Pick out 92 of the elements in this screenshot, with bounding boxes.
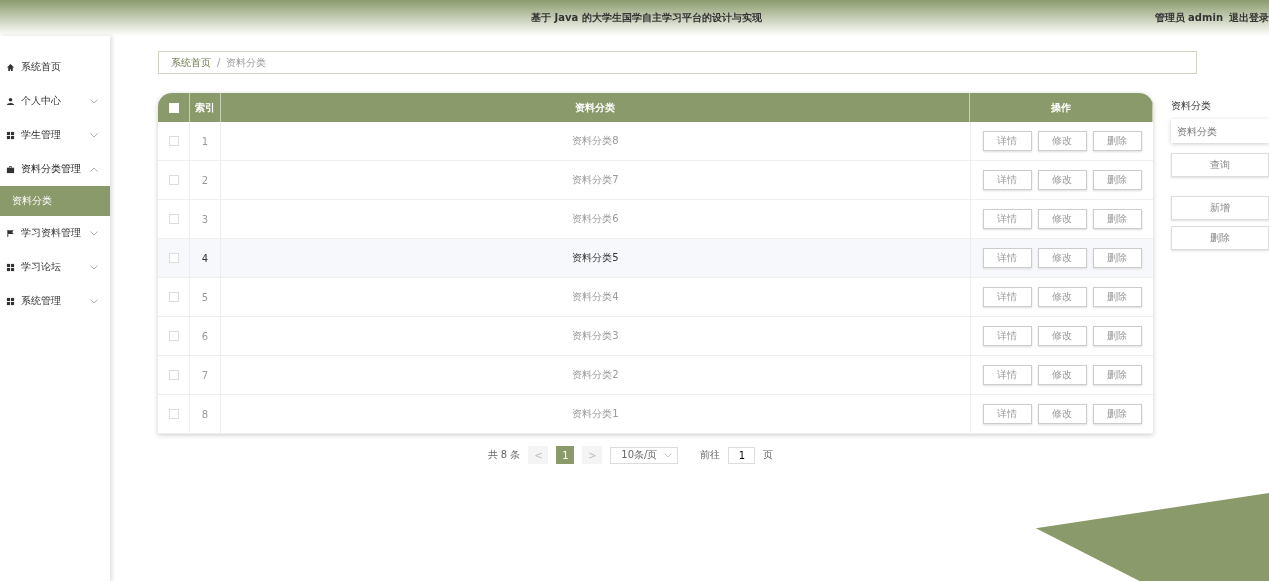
row-checkbox[interactable] <box>168 292 179 302</box>
row-action-button[interactable]: 修改 <box>1037 131 1087 151</box>
row-checkbox[interactable] <box>168 214 179 224</box>
row-action-button[interactable]: 删除 <box>1092 326 1142 346</box>
logout-link[interactable]: 退出登录 <box>1229 11 1269 25</box>
table-row[interactable]: 7 资料分类2 详情 修改 删除 <box>158 356 1153 395</box>
table-row[interactable]: 3 资料分类6 详情 修改 删除 <box>158 200 1153 239</box>
row-action-button[interactable]: 删除 <box>1092 287 1142 307</box>
row-checkbox[interactable] <box>168 331 179 341</box>
breadcrumb-separator: / <box>217 57 221 68</box>
row-action-button[interactable]: 详情 <box>982 287 1032 307</box>
row-action-button[interactable]: 详情 <box>982 404 1032 424</box>
row-checkbox[interactable] <box>168 370 179 380</box>
table-cell: 资料分类5 <box>572 251 619 265</box>
table-cell: 8 <box>201 408 209 420</box>
table-row[interactable]: 8 资料分类1 详情 修改 删除 <box>158 395 1153 434</box>
table-cell: 资料分类6 <box>572 212 619 226</box>
prev-page-button[interactable]: < <box>528 446 549 464</box>
row-action-button[interactable]: 详情 <box>982 209 1032 229</box>
user-icon <box>6 96 15 106</box>
row-action-button[interactable]: 修改 <box>1037 326 1087 346</box>
row-checkbox[interactable] <box>168 175 179 185</box>
row-action-button[interactable]: 详情 <box>982 170 1032 190</box>
row-action-button[interactable]: 详情 <box>982 365 1032 385</box>
table-row[interactable]: 4 资料分类5 详情 修改 删除 <box>158 239 1153 278</box>
row-action-button[interactable]: 详情 <box>982 131 1032 151</box>
row-action-button[interactable]: 删除 <box>1092 131 1142 151</box>
table-cell: 资料分类8 <box>572 134 619 148</box>
table-cell: 2 <box>201 174 209 186</box>
delete-button[interactable]: 删除 <box>1171 226 1269 250</box>
table-cell: 资料分类7 <box>572 173 619 187</box>
total-count: 共 8 条 <box>487 448 521 462</box>
menu-item[interactable]: 资料分类管理 <box>0 152 110 186</box>
menu-item[interactable]: 系统首页 <box>0 50 110 84</box>
chevron-icon <box>664 452 673 458</box>
goto-label: 前往 <box>700 448 721 462</box>
grid-icon <box>6 296 15 306</box>
add-button[interactable]: 新增 <box>1171 196 1269 220</box>
menu-item[interactable]: 学生管理 <box>0 118 110 152</box>
filter-field[interactable]: 资料分类 <box>1171 119 1269 143</box>
row-action-button[interactable]: 详情 <box>982 248 1032 268</box>
table-cell: 4 <box>201 252 209 264</box>
next-page-button[interactable]: > <box>582 446 603 464</box>
row-action-button[interactable]: 详情 <box>982 326 1032 346</box>
filter-label: 资料分类 <box>1171 99 1212 113</box>
table-cell: 7 <box>201 369 209 381</box>
table-cell: 3 <box>201 213 209 225</box>
row-action-button[interactable]: 修改 <box>1037 248 1087 268</box>
row-action-button[interactable]: 删除 <box>1092 248 1142 268</box>
site-title: 基于 Java 的大学生国学自主学习平台的设计与实现 <box>531 11 763 25</box>
row-action-button[interactable]: 删除 <box>1092 170 1142 190</box>
table-cell: 资料分类2 <box>572 368 619 382</box>
user-label: 管理员 admin <box>1154 11 1223 25</box>
breadcrumb-link[interactable]: 资料分类 <box>226 55 267 70</box>
page-size-select[interactable]: 10条/页 <box>610 446 679 464</box>
table-row[interactable]: 6 资料分类3 详情 修改 删除 <box>158 317 1153 356</box>
row-action-button[interactable]: 修改 <box>1037 365 1087 385</box>
row-checkbox[interactable] <box>168 136 179 146</box>
table-row[interactable]: 1 资料分类8 详情 修改 删除 <box>158 122 1153 161</box>
menu-item[interactable]: 系统管理 <box>0 284 110 318</box>
row-action-button[interactable]: 修改 <box>1037 209 1087 229</box>
breadcrumb-link[interactable]: 系统首页 <box>171 55 211 70</box>
row-checkbox[interactable] <box>168 409 179 419</box>
table-cell: 6 <box>201 330 209 342</box>
table-cell: 资料分类4 <box>572 290 619 304</box>
table-cell: 资料分类1 <box>572 407 619 421</box>
grid-icon <box>6 262 15 272</box>
table-row[interactable]: 2 资料分类7 详情 修改 删除 <box>158 161 1153 200</box>
table-cell: 资料分类3 <box>572 329 619 343</box>
page-unit-label: 页 <box>763 448 774 462</box>
row-action-button[interactable]: 删除 <box>1092 404 1142 424</box>
briefcase-icon <box>6 164 15 174</box>
row-action-button[interactable]: 删除 <box>1092 365 1142 385</box>
submenu-item[interactable]: 资料分类 <box>0 186 110 216</box>
flag-icon <box>6 228 15 238</box>
row-action-button[interactable]: 修改 <box>1037 287 1087 307</box>
row-action-button[interactable]: 删除 <box>1092 209 1142 229</box>
menu-item[interactable]: 学习资料管理 <box>0 216 110 250</box>
grid-icon <box>6 130 15 140</box>
home-icon <box>6 62 15 72</box>
page-number[interactable]: 1 <box>556 446 575 464</box>
select-all-checkbox[interactable] <box>168 102 179 113</box>
search-button[interactable]: 查询 <box>1171 153 1269 177</box>
table-row[interactable]: 5 资料分类4 详情 修改 删除 <box>158 278 1153 317</box>
menu-item[interactable]: 个人中心 <box>0 84 110 118</box>
row-action-button[interactable]: 修改 <box>1037 170 1087 190</box>
table-cell: 1 <box>201 135 209 147</box>
menu-item[interactable]: 学习论坛 <box>0 250 110 284</box>
row-checkbox[interactable] <box>168 253 179 263</box>
table-cell: 5 <box>201 291 209 303</box>
goto-page-field[interactable]: 1 <box>728 446 756 464</box>
row-action-button[interactable]: 修改 <box>1037 404 1087 424</box>
